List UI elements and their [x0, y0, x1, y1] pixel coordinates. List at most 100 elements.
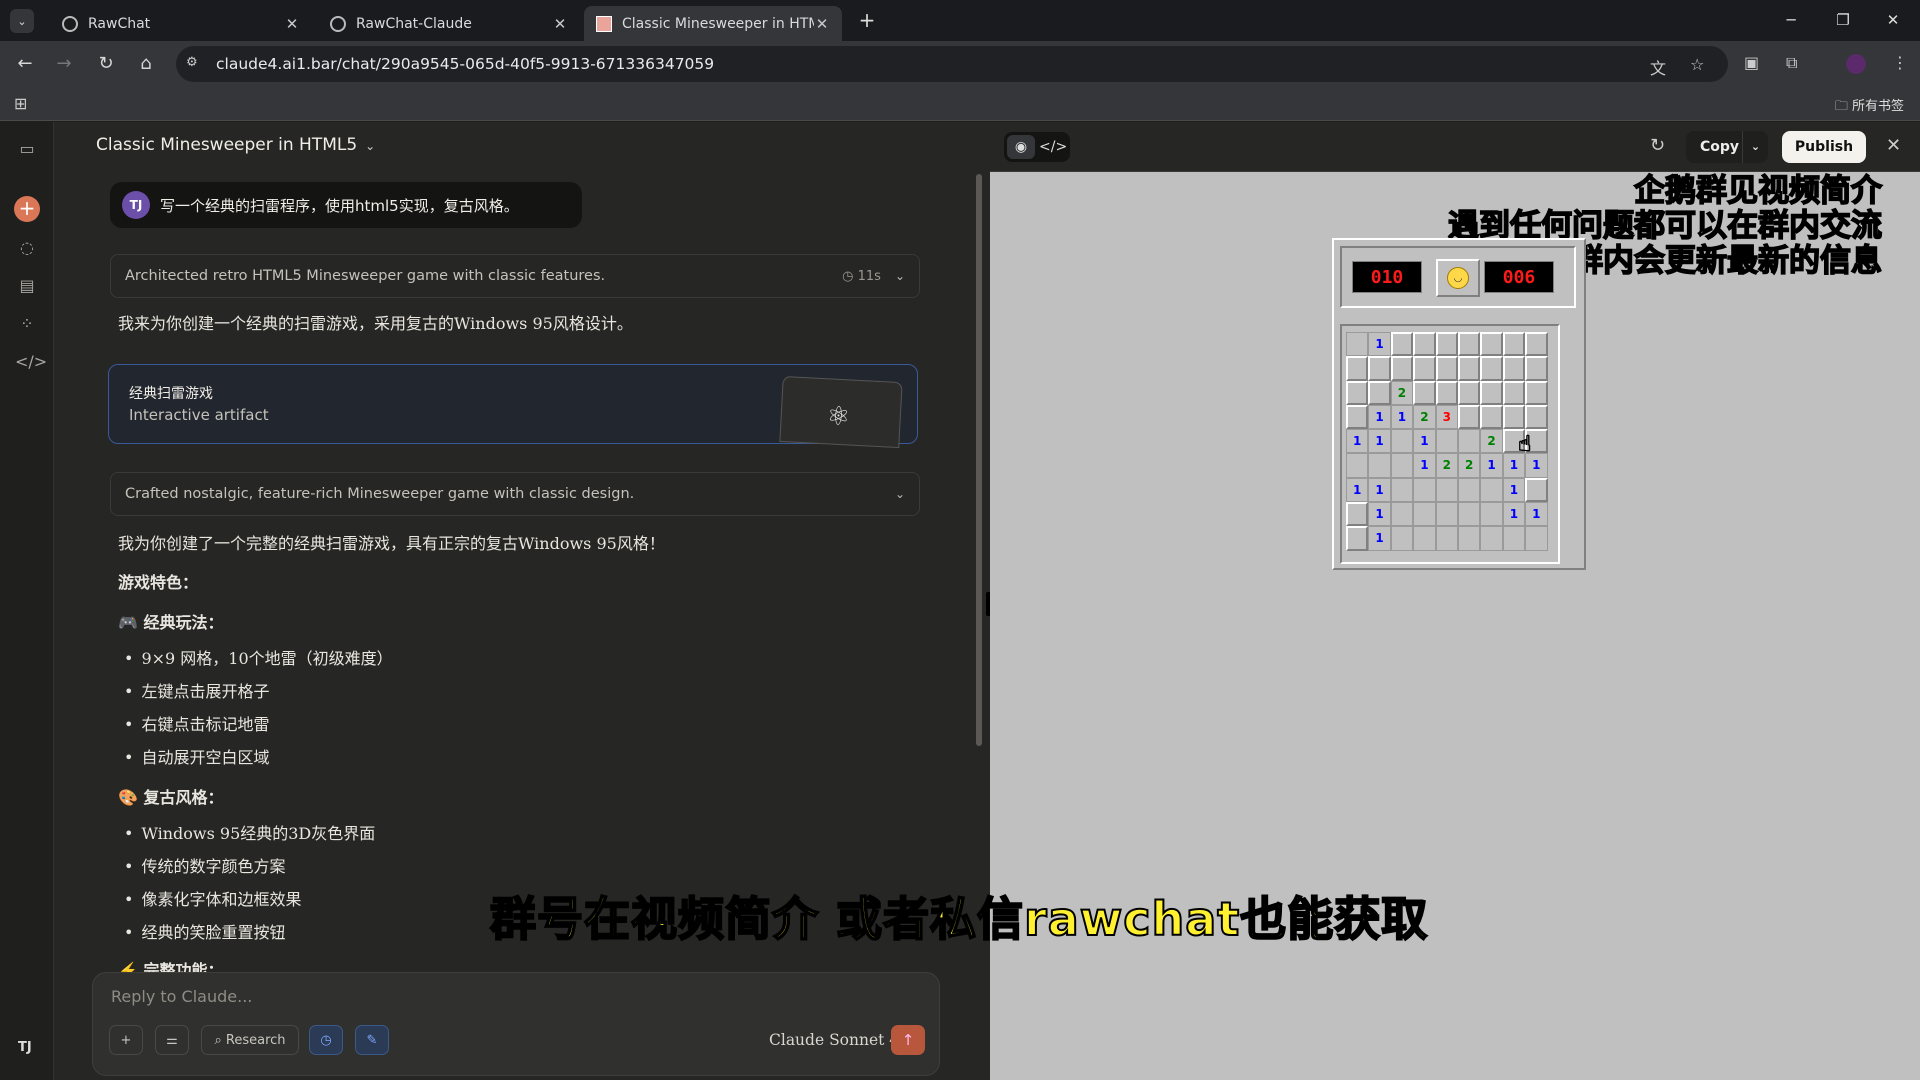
code-view-icon[interactable]: </> [1039, 135, 1067, 159]
number-cell[interactable]: 2 [1390, 380, 1414, 405]
empty-cell[interactable] [1457, 526, 1481, 551]
reload-icon[interactable]: ↻ [94, 52, 118, 76]
pen-tool-button[interactable]: ✎ [355, 1025, 389, 1055]
new-chat-button[interactable]: + [14, 196, 40, 222]
back-icon[interactable]: ← [13, 52, 37, 76]
closed-cell[interactable] [1525, 404, 1548, 430]
empty-cell[interactable] [1390, 502, 1414, 527]
empty-cell[interactable] [1346, 453, 1369, 478]
preview-eye-icon[interactable]: ◉ [1007, 135, 1035, 159]
reset-face-button[interactable]: ◡ [1436, 259, 1480, 297]
close-tab-icon[interactable]: ✕ [814, 15, 830, 33]
tab-rawchat[interactable]: RawChat ✕ [50, 6, 312, 41]
chats-icon[interactable]: ◌ [15, 236, 39, 260]
number-cell[interactable]: 1 [1502, 453, 1526, 478]
number-cell[interactable]: 1 [1390, 404, 1414, 430]
empty-cell[interactable] [1368, 453, 1391, 478]
closed-cell[interactable] [1480, 332, 1503, 357]
address-bar[interactable]: ⚙ claude4.ai1.bar/chat/290a9545-065d-40f… [176, 46, 1728, 82]
artifacts-icon[interactable]: ⁘ [15, 312, 39, 336]
restore-icon[interactable]: ❐ [1826, 8, 1860, 32]
empty-cell[interactable] [1435, 502, 1458, 527]
code-icon[interactable]: </> [15, 350, 47, 374]
closed-cell[interactable] [1457, 356, 1481, 381]
empty-cell[interactable] [1525, 526, 1548, 551]
closed-cell[interactable] [1457, 380, 1481, 405]
tab-minesweeper[interactable]: Classic Minesweeper in HTML5 ✕ [584, 6, 842, 41]
forward-icon[interactable]: → [52, 52, 76, 76]
number-cell[interactable]: 1 [1525, 453, 1548, 478]
closed-cell[interactable] [1413, 380, 1436, 405]
number-cell[interactable]: 1 [1525, 502, 1548, 527]
closed-cell[interactable] [1480, 356, 1503, 381]
empty-cell[interactable] [1390, 477, 1414, 503]
url-text[interactable]: claude4.ai1.bar/chat/290a9545-065d-40f5-… [216, 55, 714, 73]
number-cell[interactable]: 1 [1502, 502, 1526, 527]
closed-cell[interactable] [1525, 477, 1548, 503]
closed-cell[interactable] [1413, 356, 1436, 381]
number-cell[interactable]: 1 [1413, 429, 1436, 454]
artifact-card[interactable]: 经典扫雷游戏 Interactive artifact ⚛ [108, 364, 918, 449]
number-cell[interactable]: 3 [1435, 404, 1458, 430]
publish-button[interactable]: Publish [1782, 131, 1866, 163]
send-button[interactable]: ↑ [891, 1025, 925, 1055]
number-cell[interactable]: 2 [1480, 429, 1503, 454]
closed-cell[interactable] [1480, 380, 1503, 405]
close-icon[interactable]: ✕ [1886, 135, 1901, 156]
empty-cell[interactable] [1457, 502, 1481, 527]
translate-icon[interactable]: 文 [1650, 55, 1666, 79]
clock-tool-button[interactable]: ◷ [309, 1025, 343, 1055]
extensions-puzzle-icon[interactable]: ⧉ [1786, 53, 1797, 73]
empty-cell[interactable] [1346, 332, 1369, 357]
closed-cell[interactable] [1368, 380, 1391, 405]
closed-cell[interactable] [1525, 356, 1548, 381]
closed-cell[interactable] [1435, 332, 1458, 357]
empty-cell[interactable] [1413, 477, 1436, 503]
close-tab-icon[interactable]: ✕ [552, 15, 568, 33]
minimize-icon[interactable]: ─ [1774, 8, 1808, 32]
chat-title-dropdown[interactable]: Classic Minesweeper in HTML5 ⌄ [96, 135, 375, 155]
empty-cell[interactable] [1457, 429, 1481, 454]
add-attachment-button[interactable]: + [109, 1025, 143, 1055]
empty-cell[interactable] [1457, 477, 1481, 503]
closed-cell[interactable] [1346, 526, 1369, 551]
empty-cell[interactable] [1435, 526, 1458, 551]
bookmark-star-icon[interactable]: ☆ [1690, 55, 1704, 74]
empty-cell[interactable] [1435, 429, 1458, 454]
closed-cell[interactable] [1457, 404, 1481, 430]
number-cell[interactable]: 1 [1346, 429, 1369, 454]
empty-cell[interactable] [1480, 477, 1503, 503]
reply-composer[interactable]: Reply to Claude... + ⚌ ⌕ Research ◷ ✎ Cl… [92, 972, 940, 1076]
close-window-icon[interactable]: ✕ [1876, 8, 1910, 32]
number-cell[interactable]: 2 [1457, 453, 1481, 478]
closed-cell[interactable] [1525, 380, 1548, 405]
closed-cell[interactable] [1390, 332, 1414, 357]
tab-search-button[interactable]: ⌄ [10, 9, 34, 33]
closed-cell[interactable] [1346, 502, 1369, 527]
number-cell[interactable]: 1 [1368, 429, 1391, 454]
number-cell[interactable]: 1 [1368, 502, 1391, 527]
closed-cell[interactable] [1502, 332, 1526, 357]
chat-scrollbar[interactable] [976, 174, 982, 746]
number-cell[interactable]: 1 [1502, 477, 1526, 503]
empty-cell[interactable] [1390, 526, 1414, 551]
empty-cell[interactable] [1413, 502, 1436, 527]
profile-avatar[interactable] [1846, 54, 1866, 74]
number-cell[interactable]: 1 [1413, 453, 1436, 478]
empty-cell[interactable] [1480, 502, 1503, 527]
thinking-summary-1[interactable]: Architected retro HTML5 Minesweeper game… [110, 254, 920, 298]
thinking-summary-2[interactable]: Crafted nostalgic, feature-rich Mineswee… [110, 472, 920, 516]
closed-cell[interactable] [1457, 332, 1481, 357]
number-cell[interactable]: 2 [1435, 453, 1458, 478]
closed-cell[interactable] [1502, 356, 1526, 381]
closed-cell[interactable] [1502, 404, 1526, 430]
new-tab-button[interactable]: + [855, 9, 879, 33]
tools-settings-button[interactable]: ⚌ [155, 1025, 189, 1055]
research-button[interactable]: ⌕ Research [201, 1025, 299, 1055]
sidebar-toggle-icon[interactable]: ▭ [15, 137, 39, 161]
number-cell[interactable]: 1 [1480, 453, 1503, 478]
closed-cell[interactable] [1368, 356, 1391, 381]
home-icon[interactable]: ⌂ [134, 52, 158, 76]
apps-grid-icon[interactable]: ⊞ [14, 94, 27, 113]
number-cell[interactable]: 1 [1368, 477, 1391, 503]
